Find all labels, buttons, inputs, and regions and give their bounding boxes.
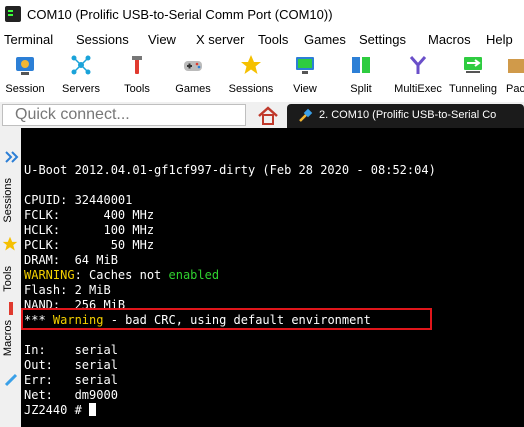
games-icon <box>184 61 202 71</box>
toolbar-view-button[interactable]: View <box>282 50 328 102</box>
multiexec-icon <box>409 56 427 74</box>
menu-macros[interactable]: Macros <box>428 32 471 47</box>
sidebar-tab-tools[interactable]: Tools <box>2 266 14 292</box>
toolbar-label: Session <box>5 83 45 95</box>
shell-prompt: JZ2440 # <box>24 403 90 417</box>
double-chevron-right-icon[interactable] <box>3 149 19 165</box>
window-title: COM10 (Prolific USB-to-Serial Comm Port … <box>27 7 333 22</box>
quick-connect-placeholder: Quick connect... <box>15 106 130 123</box>
toolbar-label: Sessions <box>228 83 274 95</box>
toolbar: Session Servers Tools Games Sessions Vie… <box>0 50 524 102</box>
menu-x-server[interactable]: X server <box>196 32 244 47</box>
flash-line: Flash: 2 MiB <box>24 283 111 297</box>
tab-com10-session[interactable]: 2. COM10 (Prolific USB-to-Serial Co <box>287 104 524 128</box>
cpuid-line: CPUID: 32440001 <box>24 193 133 207</box>
menu-terminal[interactable]: Terminal <box>4 32 53 47</box>
toolbar-label: View <box>293 83 317 95</box>
tools-icon <box>132 56 142 74</box>
toolbar-label: Split <box>350 83 372 95</box>
view-icon <box>296 57 314 74</box>
menu-settings[interactable]: Settings <box>359 32 406 47</box>
side-panel: Sessions Tools Macros <box>0 140 21 427</box>
menu-help[interactable]: Help <box>486 32 513 47</box>
packages-icon <box>508 59 524 73</box>
sidebar-tab-sessions[interactable]: Sessions <box>2 178 14 223</box>
macros-icon <box>4 373 18 387</box>
toolbar-tunneling-button[interactable]: Tunneling <box>448 50 498 102</box>
toolbar-tools-button[interactable]: Tools <box>112 50 162 102</box>
cache-warning-line: WARNING: Caches not enabled <box>24 268 436 283</box>
menu-tools[interactable]: Tools <box>258 32 288 47</box>
toolbar-label: Tunneling <box>449 83 497 95</box>
tunneling-icon <box>464 57 482 73</box>
hclk-line: HCLK: 100 MHz <box>24 223 155 237</box>
toolbar-label: Pac <box>506 83 524 95</box>
toolbar-label: Tools <box>124 83 150 95</box>
home-icon <box>258 106 278 125</box>
tools-icon <box>9 302 13 315</box>
servers-icon <box>71 55 91 75</box>
home-tab[interactable] <box>253 104 283 128</box>
uboot-banner: U-Boot 2012.04.01-gf1cf997-dirty (Feb 28… <box>24 163 436 177</box>
star-icon <box>2 236 18 251</box>
menu-bar: Terminal Sessions View X server Tools Ga… <box>0 30 524 50</box>
enabled-keyword: enabled <box>168 268 220 282</box>
warning-keyword: WARNING <box>24 268 75 282</box>
toolbar-session-button[interactable]: Session <box>0 50 50 102</box>
net-line: Net: dm9000 <box>24 388 118 402</box>
stderr-line: Err: serial <box>24 373 118 387</box>
terminal-output: U-Boot 2012.04.01-gf1cf997-dirty (Feb 28… <box>24 163 436 418</box>
menu-games[interactable]: Games <box>304 32 346 47</box>
fclk-line: FCLK: 400 MHz <box>24 208 155 222</box>
star-icon <box>241 55 261 74</box>
toolbar-multiexec-button[interactable]: MultiExec <box>392 50 444 102</box>
toolbar-sessions-button[interactable]: Sessions <box>224 50 278 102</box>
menu-sessions[interactable]: Sessions <box>76 32 129 47</box>
toolbar-servers-button[interactable]: Servers <box>56 50 106 102</box>
quick-connect-input[interactable]: Quick connect... <box>2 104 246 126</box>
toolbar-split-button[interactable]: Split <box>336 50 386 102</box>
title-bar: COM10 (Prolific USB-to-Serial Comm Port … <box>0 0 524 30</box>
split-icon <box>352 57 370 73</box>
terminal-app-icon <box>5 6 21 22</box>
terminal-view[interactable]: U-Boot 2012.04.01-gf1cf997-dirty (Feb 28… <box>21 128 524 427</box>
crc-warning-highlight-box <box>21 308 432 330</box>
toolbar-label: Servers <box>62 83 100 95</box>
toolbar-label: MultiExec <box>394 83 442 95</box>
stdin-line: In: serial <box>24 343 118 357</box>
tab-label: 2. COM10 (Prolific USB-to-Serial Co <box>319 109 497 121</box>
text-cursor <box>89 403 97 416</box>
sidebar-tab-macros[interactable]: Macros <box>2 320 14 356</box>
dram-line: DRAM: 64 MiB <box>24 253 118 267</box>
stdout-line: Out: serial <box>24 358 118 372</box>
plug-icon <box>299 108 313 122</box>
warning-text: : Caches not <box>74 268 169 282</box>
menu-view[interactable]: View <box>148 32 176 47</box>
prompt-line[interactable]: JZ2440 # <box>24 403 436 418</box>
toolbar-label: Games <box>175 83 211 95</box>
toolbar-packages-button[interactable]: Pac <box>504 50 524 102</box>
pclk-line: PCLK: 50 MHz <box>24 238 155 252</box>
session-icon <box>16 57 34 75</box>
toolbar-games-button[interactable]: Games <box>168 50 218 102</box>
